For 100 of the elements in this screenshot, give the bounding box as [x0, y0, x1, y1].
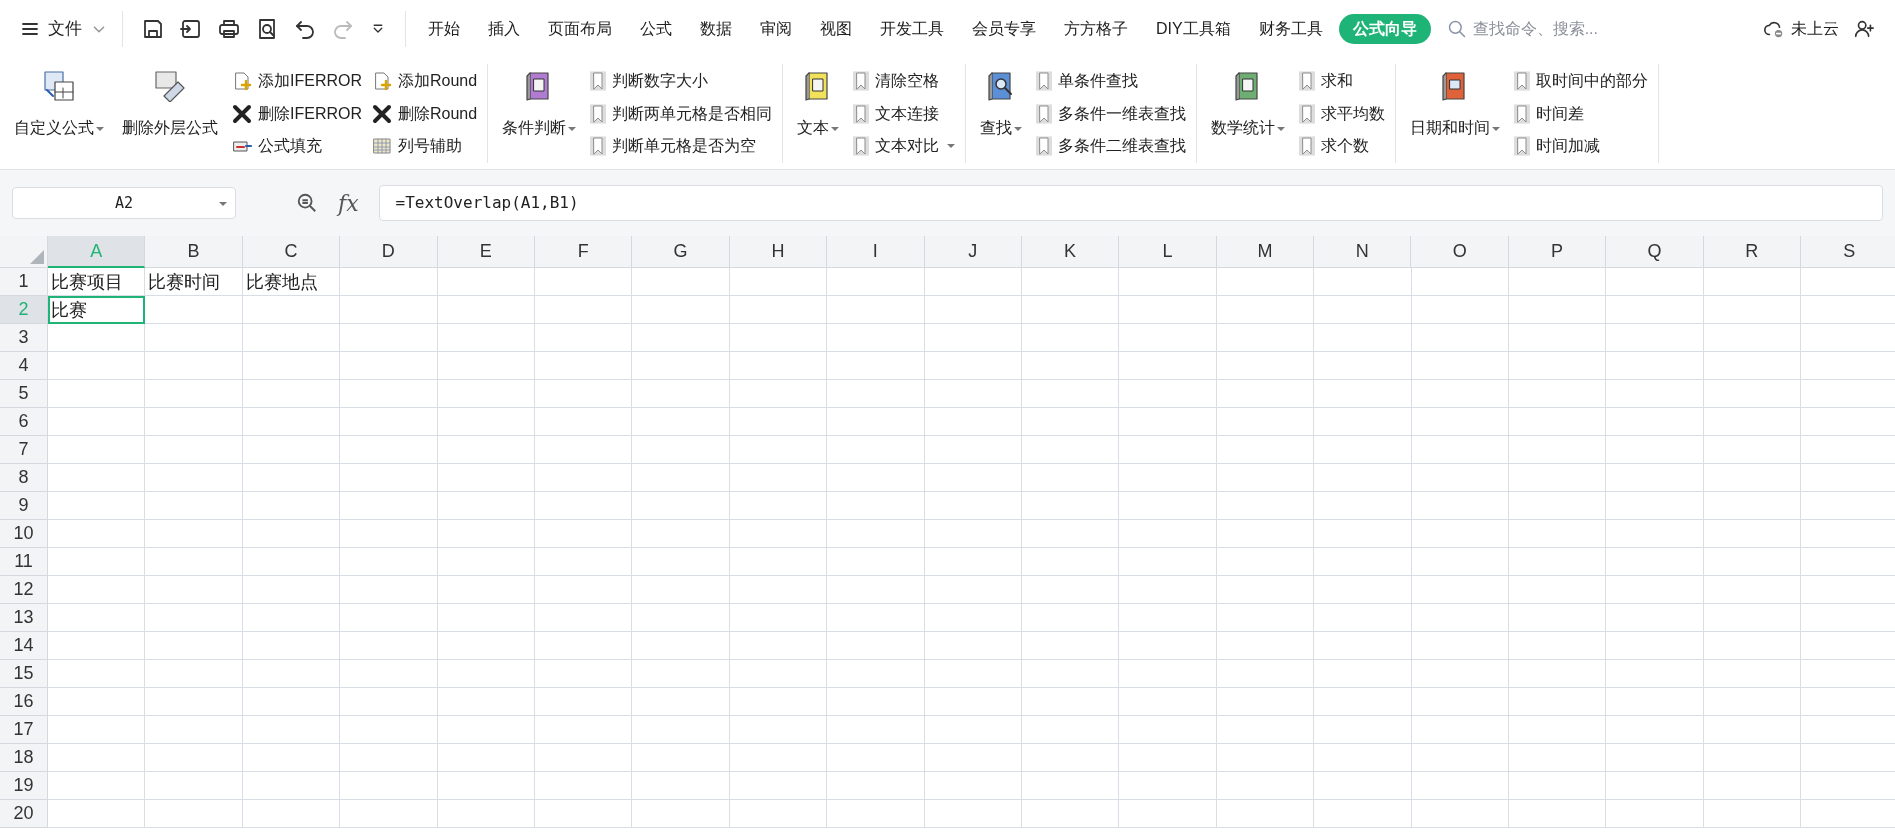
- ribbon-tab[interactable]: 数据: [688, 14, 744, 44]
- document-plus-icon[interactable]: [372, 71, 392, 91]
- row-header[interactable]: 7: [0, 436, 48, 464]
- column-header[interactable]: I: [827, 236, 925, 268]
- add-user-icon[interactable]: [1853, 18, 1875, 40]
- cell-grid[interactable]: 比赛项目 比赛时间 比赛地点 比赛: [48, 268, 1895, 828]
- bookmark-icon[interactable]: [1036, 103, 1053, 124]
- ribbon-button[interactable]: 添加Round: [372, 66, 478, 96]
- row-header[interactable]: 1: [0, 268, 48, 296]
- ribbon-button[interactable]: 判断两单元格是否相同: [590, 98, 773, 129]
- save-icon[interactable]: [141, 17, 165, 41]
- row-header[interactable]: 17: [0, 716, 48, 744]
- ribbon-button[interactable]: 添加IFERROR: [232, 66, 362, 96]
- ribbon-tab[interactable]: 会员专享: [960, 14, 1048, 44]
- row-header[interactable]: 20: [0, 800, 48, 828]
- column-header[interactable]: R: [1703, 236, 1802, 268]
- ribbon-button[interactable]: 判断数字大小: [590, 66, 773, 96]
- search-icon[interactable]: [1446, 19, 1467, 39]
- table-cell[interactable]: 比赛: [48, 296, 146, 324]
- column-header[interactable]: P: [1508, 236, 1607, 268]
- dropdown-caret-icon[interactable]: [947, 144, 956, 148]
- ribbon-button[interactable]: 求和: [1299, 66, 1386, 96]
- formula-field[interactable]: =TextOverlap(A1,B1): [378, 185, 1883, 221]
- ribbon-tab[interactable]: 公式: [628, 14, 684, 44]
- row-header[interactable]: 13: [0, 604, 48, 632]
- row-header[interactable]: 5: [0, 380, 48, 408]
- row-header[interactable]: 16: [0, 688, 48, 716]
- ribbon-button[interactable]: 删除Round: [372, 98, 478, 129]
- row-header[interactable]: 6: [0, 408, 48, 436]
- column-header[interactable]: E: [437, 236, 535, 268]
- ribbon-button[interactable]: 判断单元格是否为空: [590, 131, 773, 161]
- dropdown-caret-icon[interactable]: [96, 126, 104, 131]
- bookmark-icon[interactable]: [1299, 71, 1316, 91]
- bookmark-icon[interactable]: [1514, 71, 1531, 91]
- ribbon-button[interactable]: 时间加减: [1514, 131, 1649, 161]
- column-header[interactable]: H: [729, 236, 828, 268]
- ribbon-button[interactable]: 删除外层公式: [118, 64, 222, 163]
- row-header[interactable]: 3: [0, 324, 48, 352]
- ribbon-tab[interactable]: 开始: [416, 14, 472, 44]
- dropdown-caret-icon[interactable]: [1277, 126, 1286, 131]
- bookmark-icon[interactable]: [1299, 136, 1316, 156]
- zoom-formula-icon[interactable]: [296, 192, 318, 214]
- column-header[interactable]: M: [1216, 236, 1315, 268]
- ribbon-button[interactable]: 多条件一维表查找: [1036, 98, 1187, 129]
- cross-icon[interactable]: [232, 103, 252, 124]
- ribbon-button[interactable]: 求平均数: [1299, 98, 1386, 129]
- table-grid-icon[interactable]: [372, 136, 392, 156]
- insert-function-button[interactable]: fx: [338, 186, 359, 220]
- bookmark-icon[interactable]: [590, 71, 607, 91]
- row-header[interactable]: 12: [0, 576, 48, 604]
- ribbon-tab[interactable]: 页面布局: [536, 14, 624, 44]
- bookmark-icon[interactable]: [590, 103, 607, 124]
- ribbon-tab[interactable]: 视图: [808, 14, 864, 44]
- ribbon-tab[interactable]: 插入: [476, 14, 532, 44]
- row-header[interactable]: 4: [0, 352, 48, 380]
- column-header[interactable]: L: [1119, 236, 1217, 268]
- bookmark-icon[interactable]: [1036, 136, 1053, 156]
- ribbon-button[interactable]: 求个数: [1299, 131, 1386, 161]
- row-header[interactable]: 11: [0, 548, 48, 576]
- ribbon-tab[interactable]: 审阅: [748, 14, 804, 44]
- row-header[interactable]: 10: [0, 520, 48, 548]
- dropdown-caret-icon[interactable]: [568, 126, 577, 131]
- dropdown-caret-icon[interactable]: [1014, 126, 1023, 131]
- ribbon-tab[interactable]: 开发工具: [868, 14, 956, 44]
- ribbon-button[interactable]: 文本连接: [853, 98, 956, 129]
- cross-icon[interactable]: [372, 103, 392, 124]
- row-header[interactable]: 18: [0, 744, 48, 772]
- bookmark-icon[interactable]: [853, 136, 870, 156]
- row-header[interactable]: 14: [0, 632, 48, 660]
- ribbon-button[interactable]: 多条件二维表查找: [1036, 131, 1187, 161]
- column-header[interactable]: O: [1411, 236, 1509, 268]
- ribbon-button[interactable]: 取时间中的部分: [1514, 66, 1649, 96]
- file-menu[interactable]: 文件: [20, 11, 123, 47]
- ribbon-button[interactable]: 列号辅助: [372, 131, 478, 161]
- cloud-status-button[interactable]: 未上云: [1763, 17, 1839, 41]
- document-plus-icon[interactable]: [232, 71, 252, 91]
- ribbon-button[interactable]: 单条件查找: [1036, 66, 1187, 96]
- eraser-icon[interactable]: [154, 70, 186, 102]
- ribbon-button[interactable]: 文本: [793, 64, 844, 163]
- ribbon-button[interactable]: 数学统计: [1207, 64, 1290, 163]
- dropdown-caret-icon[interactable]: [1492, 126, 1501, 131]
- ribbon-button[interactable]: 查找: [976, 64, 1027, 163]
- ribbon-button[interactable]: 自定义公式: [10, 64, 108, 163]
- column-header[interactable]: G: [632, 236, 730, 268]
- bookmark-icon[interactable]: [1514, 136, 1531, 156]
- ribbon-button[interactable]: 日期和时间: [1406, 64, 1505, 163]
- dropdown-caret-icon[interactable]: [219, 202, 227, 206]
- row-header[interactable]: 15: [0, 660, 48, 688]
- row-header[interactable]: 19: [0, 772, 48, 800]
- bookmark-icon[interactable]: [1299, 103, 1316, 124]
- column-header[interactable]: D: [340, 236, 438, 268]
- column-header[interactable]: C: [242, 236, 341, 268]
- column-header[interactable]: B: [145, 236, 243, 268]
- bookmark-icon[interactable]: [853, 71, 870, 91]
- ribbon-tab[interactable]: 财务工具: [1246, 14, 1335, 44]
- ribbon-tab[interactable]: DIY工具箱: [1144, 14, 1243, 44]
- name-box[interactable]: A2: [12, 187, 236, 219]
- bookmark-icon[interactable]: [1036, 71, 1053, 91]
- ribbon-tab[interactable]: 方方格子: [1052, 14, 1140, 44]
- ribbon-button[interactable]: 删除IFERROR: [232, 98, 362, 129]
